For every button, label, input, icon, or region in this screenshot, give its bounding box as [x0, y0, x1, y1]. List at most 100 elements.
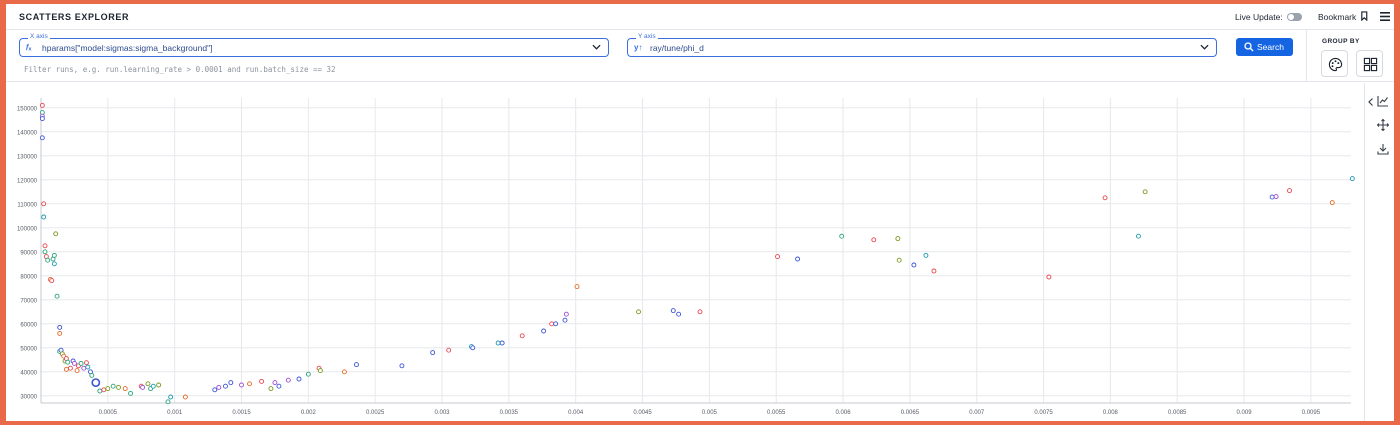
scatter-point[interactable] — [1046, 274, 1052, 280]
scatter-point[interactable] — [931, 268, 937, 274]
scatter-point[interactable] — [317, 368, 323, 374]
scatter-point[interactable] — [1273, 194, 1279, 200]
scatter-point[interactable] — [42, 243, 48, 249]
scatter-point[interactable] — [775, 254, 780, 260]
chart-type-icon[interactable] — [1377, 95, 1389, 107]
scatter-point[interactable] — [71, 360, 77, 366]
scatter-point[interactable] — [145, 381, 151, 387]
scatter-point[interactable] — [228, 380, 234, 386]
scatter-point[interactable] — [223, 383, 228, 389]
scatter-point[interactable] — [305, 371, 311, 377]
x-axis-select[interactable]: X axis 𝑓ₓ hparams["model:sigmas:sigma_ba… — [19, 33, 609, 57]
bookmark-label[interactable]: Bookmark — [1318, 12, 1356, 22]
scatter-point[interactable] — [676, 311, 682, 317]
scatter-point[interactable] — [156, 382, 162, 388]
scatter-point[interactable] — [51, 252, 57, 258]
chevron-down-icon[interactable] — [1200, 43, 1209, 51]
scatter-point[interactable] — [67, 365, 73, 371]
scatter-point[interactable] — [78, 360, 84, 366]
scatter-point[interactable] — [911, 262, 917, 268]
scatter-point[interactable] — [63, 366, 69, 372]
scatter-point[interactable] — [276, 383, 282, 389]
scatter-point[interactable] — [1136, 233, 1141, 239]
scatter-point[interactable] — [45, 257, 51, 263]
scatter-point[interactable] — [53, 231, 59, 237]
scatter-point[interactable] — [553, 321, 559, 327]
scatter-point[interactable] — [670, 308, 676, 314]
y-axis-select[interactable]: Y axis y↑ ray/tune/phi_d — [627, 33, 1217, 57]
scatter-point[interactable] — [562, 317, 568, 323]
scatter-point[interactable] — [165, 399, 171, 405]
scatter-point[interactable] — [446, 347, 452, 353]
scatter-point[interactable] — [574, 284, 580, 290]
scatter-point[interactable] — [97, 388, 103, 394]
scatter-point[interactable] — [122, 386, 128, 392]
move-icon[interactable] — [1377, 119, 1389, 131]
scatter-point[interactable] — [51, 261, 57, 267]
bookmark-icon[interactable] — [1360, 11, 1369, 21]
scatter-point[interactable] — [795, 256, 801, 262]
search-button[interactable]: Search — [1236, 38, 1293, 56]
scatter-point[interactable] — [110, 383, 116, 389]
scatter-point[interactable] — [296, 376, 302, 382]
scatter-point[interactable] — [54, 293, 60, 299]
scatter-point[interactable] — [495, 340, 501, 346]
scatter-point[interactable] — [1329, 200, 1335, 206]
scatter-point[interactable] — [57, 330, 63, 336]
scatter-point[interactable] — [116, 384, 121, 390]
scatter-point[interactable] — [49, 278, 55, 284]
scatter-point[interactable] — [216, 384, 222, 390]
scatter-point[interactable] — [42, 249, 48, 255]
scatter-point[interactable] — [636, 309, 641, 315]
scatter-point[interactable] — [519, 333, 525, 339]
group-by-color-button[interactable] — [1321, 50, 1348, 77]
scatter-point[interactable] — [101, 387, 107, 393]
scatter-point[interactable] — [41, 201, 47, 207]
live-update-toggle[interactable] — [1287, 13, 1302, 21]
scatter-point[interactable] — [923, 252, 929, 258]
scatter-point[interactable] — [1349, 176, 1355, 182]
scatter-point[interactable] — [89, 372, 95, 378]
scatter-point[interactable] — [895, 236, 901, 242]
scatter-point[interactable] — [57, 324, 63, 330]
download-icon[interactable] — [1377, 143, 1389, 155]
scatter-point[interactable] — [1102, 195, 1108, 201]
scatter-chart[interactable]: 30000 40000 50000 60000 70000 80000 90000 10000… — [6, 83, 1364, 421]
collapse-chevron-icon[interactable] — [1367, 97, 1375, 107]
scatter-point[interactable] — [430, 350, 436, 356]
scatter-point[interactable] — [1287, 188, 1292, 194]
scatter-point[interactable] — [470, 345, 476, 351]
scatter-point[interactable] — [1142, 189, 1148, 195]
scatter-point[interactable] — [81, 365, 87, 371]
scatter-plot-svg[interactable]: 30000 40000 50000 60000 70000 80000 90000 10000… — [6, 83, 1364, 421]
scatter-point[interactable] — [39, 116, 45, 122]
scatter-point[interactable] — [697, 309, 703, 315]
scatter-point[interactable] — [168, 394, 174, 400]
scatter-point[interactable] — [871, 237, 877, 243]
scatter-point[interactable] — [212, 387, 218, 393]
scatter-point[interactable] — [259, 378, 265, 384]
scatter-point[interactable] — [247, 381, 252, 387]
menu-icon[interactable] — [1380, 12, 1390, 21]
chevron-down-icon[interactable] — [592, 43, 601, 51]
scatter-point[interactable] — [65, 359, 71, 365]
scatter-point[interactable] — [541, 328, 547, 334]
scatter-point[interactable] — [268, 386, 274, 392]
scatter-point[interactable] — [896, 257, 902, 263]
filter-input[interactable]: Filter runs, e.g. run.learning_rate > 0.… — [24, 65, 336, 74]
scatter-point[interactable] — [182, 394, 188, 400]
scatter-point[interactable] — [74, 368, 80, 374]
scatter-point[interactable] — [239, 382, 244, 388]
scatter-point[interactable] — [341, 369, 347, 375]
scatter-point[interactable] — [399, 363, 405, 369]
scatter-point[interactable] — [105, 386, 111, 392]
scatter-point[interactable] — [354, 362, 359, 368]
scatter-point[interactable] — [39, 102, 45, 108]
scatter-point[interactable] — [83, 360, 89, 366]
scatter-point[interactable] — [91, 378, 101, 387]
scatter-point[interactable] — [140, 384, 146, 390]
scatter-point[interactable] — [272, 380, 278, 386]
scatter-point[interactable] — [41, 214, 47, 220]
scatter-point[interactable] — [150, 383, 156, 389]
scatter-point[interactable] — [1269, 194, 1275, 200]
